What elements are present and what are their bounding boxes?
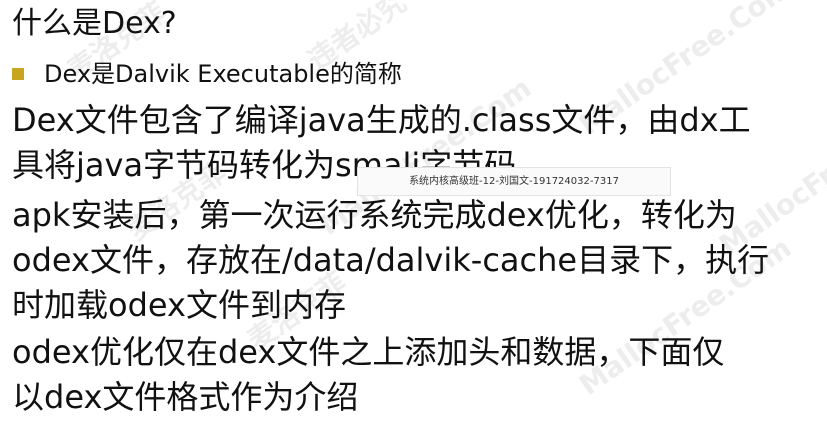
overlay-caption: 系统内核高级班-12-刘国文-191724032-7317 [357,167,671,196]
paragraph-odex-optimization: apk安装后，第一次运行系统完成dex优化，转化为 odex文件，存放在/dat… [12,193,769,328]
paragraph-line: 时加载odex文件到内存 [12,286,346,324]
bullet-item: Dex是Dalvik Executable的简称 [12,58,402,90]
paragraph-line: apk安装后，第一次运行系统完成dex优化，转化为 [12,196,737,234]
bullet-square-icon [12,68,24,80]
paragraph-line: odex优化仅在dex文件之上添加头和数据，下面仅 [12,333,725,371]
paragraph-odex-header: odex优化仅在dex文件之上添加头和数据，下面仅 以dex文件格式作为介绍 [12,330,724,420]
bullet-text: Dex是Dalvik Executable的简称 [44,60,402,88]
paragraph-line: 以dex文件格式作为介绍 [12,378,359,416]
paragraph-line: odex文件，存放在/data/dalvik-cache目录下，执行 [12,241,770,279]
slide-title: 什么是Dex? [12,6,177,41]
slide: 麦洛克菲 违者必究 MallocFree.Com MallocFree.Com … [0,0,827,425]
paragraph-line: Dex文件包含了编译java生成的.class文件，由dx工 [12,101,751,139]
